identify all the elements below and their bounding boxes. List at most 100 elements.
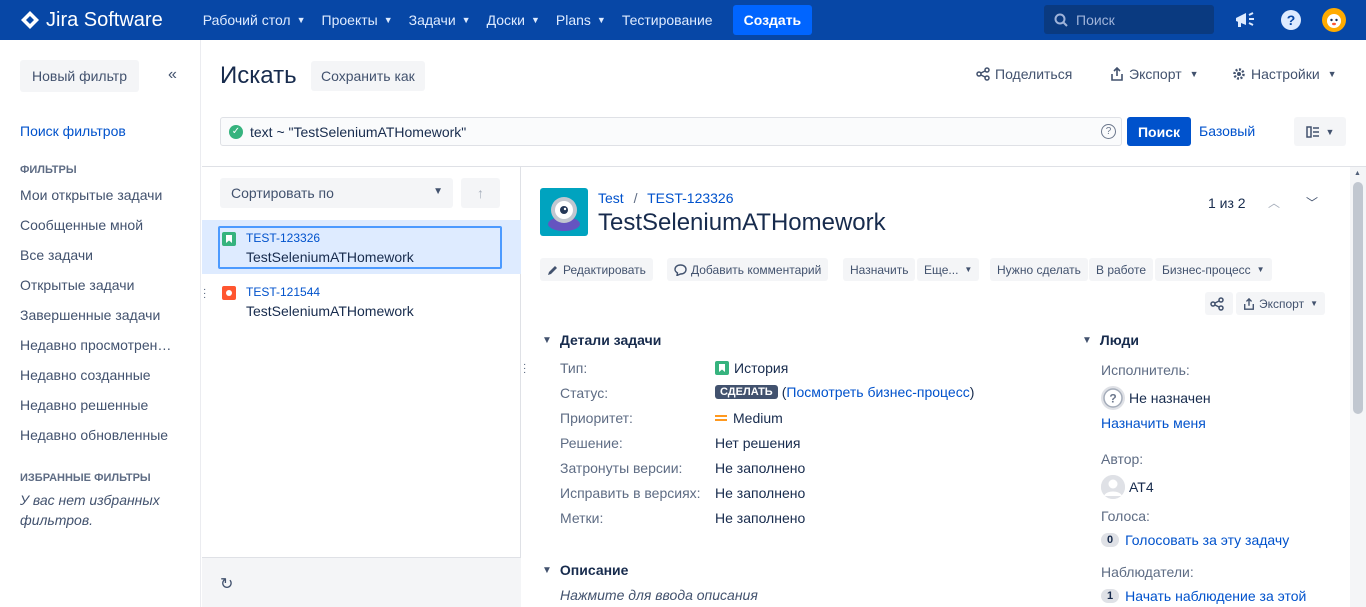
assign-button[interactable]: Назначить [843, 258, 916, 281]
watch-link[interactable]: Начать наблюдение за этой [1125, 588, 1306, 604]
chevron-down-icon: ▼ [296, 15, 306, 25]
svg-text:?: ? [1109, 392, 1116, 406]
breadcrumb-project-link[interactable]: Test [598, 190, 624, 206]
assign-to-me-link[interactable]: Назначить меня [1101, 415, 1206, 431]
people-section-toggle[interactable]: ▼ Люди [1082, 332, 1139, 348]
sort-by-dropdown[interactable]: Сортировать по ▼ [220, 178, 453, 208]
chevron-down-icon: ▼ [383, 15, 393, 25]
affects-versions-value[interactable]: Не заполнено [715, 460, 805, 476]
nav-issues[interactable]: Задачи ▼ [409, 12, 471, 28]
filter-recently-resolved[interactable]: Недавно решенные [20, 397, 148, 413]
jql-query-input[interactable]: ✓ text ~ "TestSeleniumATHomework" ? [220, 117, 1122, 146]
breadcrumb: Test / TEST-123326 [598, 190, 734, 206]
page-title: Искать [220, 62, 297, 89]
issue-summary[interactable]: TestSeleniumATHomework [246, 249, 414, 265]
issue-pager-count: 1 из 2 [1208, 195, 1246, 211]
chevron-up-icon[interactable]: ︿ [1268, 194, 1280, 211]
breadcrumb-issue-key-link[interactable]: TEST-123326 [647, 190, 733, 206]
vote-link[interactable]: Голосовать за эту задачу [1125, 532, 1289, 548]
filter-recently-updated[interactable]: Недавно обновленные [20, 427, 168, 443]
scroll-up-arrow-icon[interactable]: ▲ [1354, 170, 1361, 177]
search-button[interactable]: Поиск [1127, 117, 1191, 146]
issue-list-item[interactable]: TEST-123326 TestSeleniumATHomework [202, 220, 521, 274]
valid-query-check-icon: ✓ [229, 124, 243, 139]
labels-value[interactable]: Не заполнено [715, 510, 805, 526]
priority-medium-icon [715, 413, 727, 423]
add-comment-button[interactable]: Добавить комментарий [667, 258, 829, 281]
chevron-down-icon[interactable]: ﹀ [1306, 194, 1318, 211]
filter-recently-created[interactable]: Недавно созданные [20, 367, 151, 383]
global-search-input[interactable]: Поиск [1044, 5, 1214, 34]
settings-dropdown[interactable]: Настройки ▼ [1232, 66, 1337, 82]
notifications-megaphone-icon[interactable] [1233, 8, 1257, 32]
workflow-dropdown[interactable]: Бизнес-процесс ▼ [1155, 258, 1272, 281]
more-actions-dropdown[interactable]: Еще... ▼ [917, 258, 980, 281]
type-label: Тип: [560, 360, 588, 376]
share-issue-button[interactable] [1205, 292, 1233, 315]
user-avatar[interactable] [1322, 8, 1346, 32]
fix-versions-value[interactable]: Не заполнено [715, 485, 805, 501]
details-section-toggle[interactable]: ▼ Детали задачи [542, 332, 661, 348]
view-workflow-link[interactable]: Посмотреть бизнес-процесс [786, 384, 969, 400]
transition-todo-button[interactable]: Нужно сделать [990, 258, 1088, 281]
watchers-value: 1 Начать наблюдение за этой [1101, 588, 1306, 604]
detail-scrollbar[interactable]: ▲ [1350, 167, 1366, 607]
issue-list-item[interactable]: TEST-121544 TestSeleniumATHomework [202, 274, 521, 328]
new-filter-button[interactable]: Новый фильтр [20, 60, 139, 92]
chevron-down-icon: ▼ [433, 186, 443, 197]
description-section-toggle[interactable]: ▼ Описание [542, 562, 628, 578]
nav-dashboard[interactable]: Рабочий стол ▼ [203, 12, 306, 28]
share-button[interactable]: Поделиться [976, 66, 1072, 82]
filter-recently-viewed[interactable]: Недавно просмотрен… [20, 337, 171, 353]
assignee-label: Исполнитель: [1101, 362, 1190, 378]
reporter-avatar [1101, 475, 1125, 499]
resolution-value: Нет решения [715, 435, 801, 451]
filter-reported-by-me[interactable]: Сообщенные мной [20, 217, 143, 233]
export-icon [1244, 297, 1254, 310]
export-issue-dropdown[interactable]: Экспорт ▼ [1236, 292, 1326, 315]
jql-help-icon[interactable]: ? [1101, 124, 1116, 139]
layout-switcher-button[interactable]: ▼ [1294, 117, 1346, 146]
assignee-value: ? Не назначен [1101, 386, 1211, 410]
filters-sidebar: Новый фильтр « Поиск фильтров ФИЛЬТРЫ Мо… [0, 40, 201, 607]
export-icon [1111, 67, 1123, 81]
scrollbar-thumb[interactable] [1353, 182, 1363, 414]
search-filters-link[interactable]: Поиск фильтров [20, 123, 126, 139]
resize-handle-icon[interactable]: · · · [203, 285, 206, 303]
issue-summary[interactable]: TestSeleniumATHomework [246, 303, 414, 319]
nav-boards[interactable]: Доски ▼ [487, 12, 540, 28]
nav-testing[interactable]: Тестирование [622, 12, 713, 28]
filter-open-issues[interactable]: Открытые задачи [20, 277, 134, 293]
project-avatar [540, 188, 588, 236]
filter-done-issues[interactable]: Завершенные задачи [20, 307, 160, 323]
issue-key[interactable]: TEST-123326 [246, 231, 320, 245]
create-button[interactable]: Создать [732, 5, 813, 35]
issue-title[interactable]: TestSeleniumATHomework [598, 209, 886, 237]
chevron-down-icon: ▼ [1310, 299, 1319, 308]
filters-heading: ФИЛЬТРЫ [20, 164, 77, 176]
jira-logo[interactable]: Jira Software [20, 9, 163, 32]
unassigned-avatar: ? [1101, 386, 1125, 410]
search-icon [1054, 13, 1068, 27]
nav-projects[interactable]: Проекты ▼ [322, 12, 393, 28]
filter-all-issues[interactable]: Все задачи [20, 247, 93, 263]
svg-text:?: ? [1287, 12, 1296, 28]
chevron-down-icon: ▼ [964, 265, 973, 274]
issue-detail-panel: Test / TEST-123326 TestSeleniumATHomewor… [522, 167, 1350, 607]
edit-button[interactable]: Редактировать [540, 258, 653, 281]
issue-key[interactable]: TEST-121544 [246, 285, 320, 299]
help-icon[interactable]: ? [1279, 8, 1303, 32]
basic-mode-link[interactable]: Базовый [1199, 123, 1255, 139]
status-value: СДЕЛАТЬ (Посмотреть бизнес-процесс) [715, 384, 974, 400]
save-as-button[interactable]: Сохранить как [311, 61, 425, 91]
refresh-icon[interactable]: ↻ [220, 574, 233, 594]
sort-direction-button[interactable]: ↑ [461, 178, 500, 208]
export-dropdown[interactable]: Экспорт ▼ [1110, 66, 1199, 82]
chevron-down-icon: ▼ [1256, 265, 1265, 274]
collapse-sidebar-icon[interactable]: « [168, 66, 177, 84]
chevron-down-icon: ▼ [1189, 69, 1199, 79]
nav-plans[interactable]: Plans ▼ [556, 12, 606, 28]
transition-in-progress-button[interactable]: В работе [1089, 258, 1154, 281]
description-placeholder[interactable]: Нажмите для ввода описания [560, 587, 758, 603]
filter-my-open[interactable]: Мои открытые задачи [20, 187, 162, 203]
